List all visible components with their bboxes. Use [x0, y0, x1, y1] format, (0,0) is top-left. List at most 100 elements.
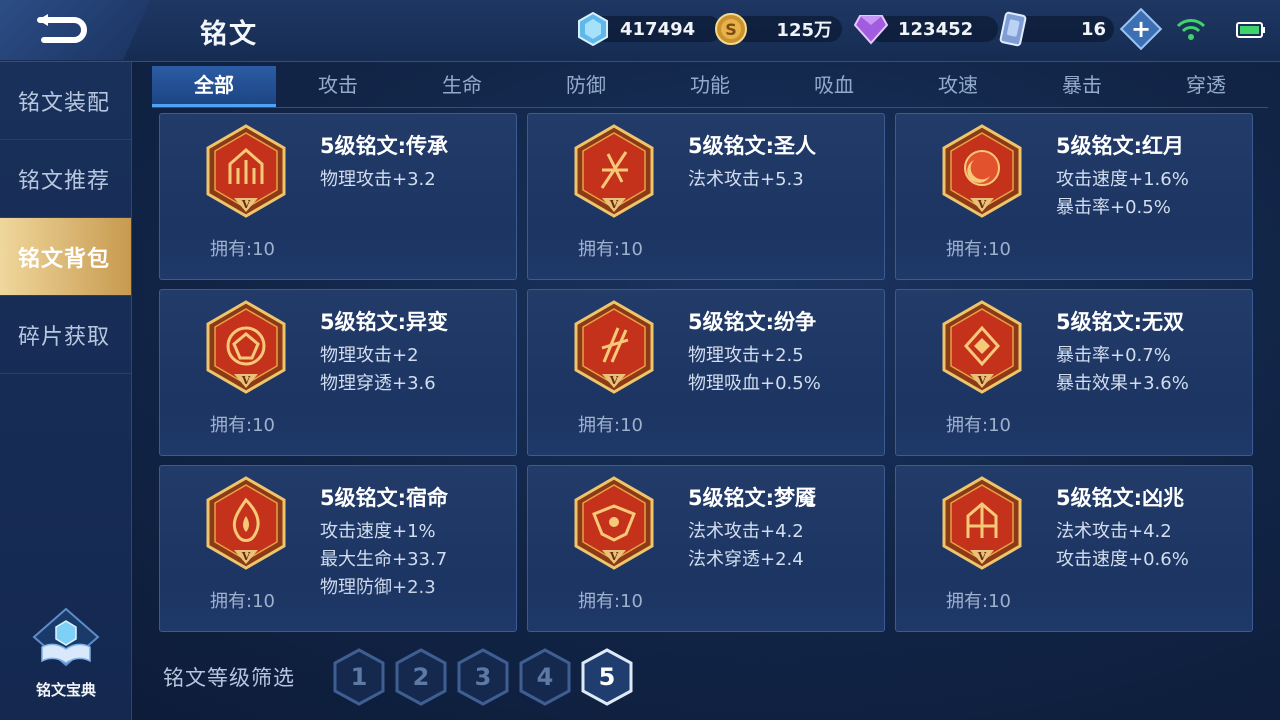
battery-icon: [1236, 22, 1265, 38]
tab-defense[interactable]: 防御: [524, 66, 648, 107]
ticket-resource: 16 +: [996, 7, 1163, 51]
wifi-icon: [1176, 19, 1206, 40]
gem-count: 123452: [898, 18, 974, 40]
back-button[interactable]: [0, 0, 150, 60]
inscription-stat: 物理攻击+2.5: [688, 345, 804, 366]
sidebar-item-backpack[interactable]: 铭文背包: [0, 218, 131, 296]
inscription-name: 5级铭文:无双: [1056, 310, 1185, 334]
owned-count: 拥有:10: [210, 591, 275, 612]
owned-count: 拥有:10: [210, 239, 275, 260]
tab-attack-speed[interactable]: 攻速: [896, 66, 1020, 107]
inscription-card[interactable]: V 5级铭文:无双 暴击率+0.7% 暴击效果+3.6% 拥有:10: [895, 289, 1253, 456]
tab-all[interactable]: 全部: [152, 66, 276, 107]
sidebar-item-recommend[interactable]: 铭文推荐: [0, 140, 131, 218]
inscription-stat: 法术攻击+4.2: [688, 521, 804, 542]
inscription-name: 5级铭文:圣人: [688, 134, 817, 158]
svg-text:V: V: [977, 550, 987, 563]
svg-text:V: V: [609, 198, 619, 211]
owned-count: 拥有:10: [578, 415, 643, 436]
tab-lifesteal[interactable]: 吸血: [772, 66, 896, 107]
inscription-name: 5级铭文:红月: [1056, 134, 1185, 158]
tab-utility[interactable]: 功能: [648, 66, 772, 107]
inscription-name: 5级铭文:异变: [320, 310, 449, 334]
owned-count: 拥有:10: [578, 591, 643, 612]
category-tabs: 全部 攻击 生命 防御 功能 吸血 攻速 暴击 穿透: [152, 66, 1268, 108]
inscription-card[interactable]: V 5级铭文:圣人 法术攻击+5.3 拥有:10: [527, 113, 885, 280]
inscription-stat: 物理防御+2.3: [320, 577, 436, 598]
level-number: 2: [412, 663, 430, 691]
sidebar: 铭文装配 铭文推荐 铭文背包 碎片获取 铭文宝典: [0, 62, 132, 720]
level-number: 1: [350, 663, 368, 691]
inscription-stat: 物理攻击+3.2: [320, 169, 436, 190]
book-icon: [32, 607, 100, 667]
inscription-card[interactable]: V 5级铭文:凶兆 法术攻击+4.2 攻击速度+0.6% 拥有:10: [895, 465, 1253, 632]
inscription-stat: 攻击速度+1.6%: [1056, 169, 1189, 190]
inscription-card[interactable]: V 5级铭文:传承 物理攻击+3.2 拥有:10: [159, 113, 517, 280]
tab-attack[interactable]: 攻击: [276, 66, 400, 107]
level-number: 4: [536, 663, 554, 691]
purple-gem-icon: [854, 12, 888, 46]
inscription-name: 5级铭文:纷争: [688, 310, 817, 334]
diamond-count: 417494: [620, 18, 696, 40]
inscription-stat: 最大生命+33.7: [320, 549, 448, 570]
level-5-button[interactable]: 5: [580, 648, 634, 706]
inscription-stat: 法术穿透+2.4: [688, 549, 804, 570]
inscription-stat: 法术攻击+5.3: [688, 169, 804, 190]
inscription-card[interactable]: V 5级铭文:异变 物理攻击+2 物理穿透+3.6 拥有:10: [159, 289, 517, 456]
inscription-name: 5级铭文:传承: [320, 134, 449, 158]
owned-count: 拥有:10: [578, 239, 643, 260]
codex-button[interactable]: 铭文宝典: [28, 607, 104, 700]
back-arrow-icon: [37, 14, 87, 43]
inscription-stat: 法术攻击+4.2: [1056, 521, 1172, 542]
inscription-card[interactable]: V 5级铭文:纷争 物理攻击+2.5 物理吸血+0.5% 拥有:10: [527, 289, 885, 456]
inscription-gem-icon: V: [574, 124, 654, 218]
inscription-gem-icon: V: [574, 476, 654, 570]
owned-count: 拥有:10: [946, 239, 1011, 260]
inscription-name: 5级铭文:梦魇: [688, 486, 817, 510]
tab-penetration[interactable]: 穿透: [1144, 66, 1268, 107]
plus-icon: +: [1130, 14, 1152, 43]
ticket-count: 16: [1080, 18, 1106, 40]
inscription-gem-icon: V: [942, 476, 1022, 570]
svg-text:V: V: [241, 550, 251, 563]
inscription-stat: 物理攻击+2: [320, 345, 419, 366]
inscription-gem-icon: V: [574, 300, 654, 394]
svg-text:V: V: [609, 550, 619, 563]
level-2-button[interactable]: 2: [394, 648, 448, 706]
inscription-gem-icon: V: [206, 476, 286, 570]
inscription-stat: 攻击速度+0.6%: [1056, 549, 1189, 570]
svg-text:V: V: [977, 198, 987, 211]
level-number: 3: [474, 663, 492, 691]
owned-count: 拥有:10: [210, 415, 275, 436]
inscription-gem-icon: V: [206, 124, 286, 218]
level-4-button[interactable]: 4: [518, 648, 572, 706]
inscription-card[interactable]: V 5级铭文:红月 攻击速度+1.6% 暴击率+0.5% 拥有:10: [895, 113, 1253, 280]
svg-text:V: V: [977, 374, 987, 387]
inscription-stat: 暴击率+0.7%: [1056, 345, 1171, 366]
level-3-button[interactable]: 3: [456, 648, 510, 706]
gold-coin-icon: S: [714, 12, 748, 46]
inscription-stat: 暴击效果+3.6%: [1056, 373, 1189, 394]
level-filter-label: 铭文等级筛选: [163, 666, 295, 690]
inscription-gem-icon: V: [942, 124, 1022, 218]
top-bar: 铭文 417494 S 125万 123452 16 +: [0, 0, 1280, 62]
owned-count: 拥有:10: [946, 415, 1011, 436]
inscription-card[interactable]: V 5级铭文:梦魇 法术攻击+4.2 法术穿透+2.4 拥有:10: [527, 465, 885, 632]
card-ticket-icon: [996, 11, 1030, 47]
svg-text:S: S: [725, 20, 737, 39]
add-ticket-button[interactable]: +: [1119, 7, 1163, 51]
inscription-stat: 攻击速度+1%: [320, 521, 436, 542]
tab-crit[interactable]: 暴击: [1020, 66, 1144, 107]
sidebar-item-equip[interactable]: 铭文装配: [0, 62, 131, 140]
inscription-stat: 物理吸血+0.5%: [688, 373, 821, 394]
sidebar-item-fragments[interactable]: 碎片获取: [0, 296, 131, 374]
level-1-button[interactable]: 1: [332, 648, 386, 706]
inscription-gem-icon: V: [942, 300, 1022, 394]
gold-resource: S 125万: [714, 12, 842, 46]
level-number: 5: [598, 663, 616, 691]
level-filter: 1 2 3 4 5: [332, 648, 634, 706]
tab-health[interactable]: 生命: [400, 66, 524, 107]
inscription-card[interactable]: V 5级铭文:宿命 攻击速度+1% 最大生命+33.7 物理防御+2.3 拥有:…: [159, 465, 517, 632]
inscription-grid: V 5级铭文:传承 物理攻击+3.2 拥有:10 V 5级铭文:圣人 法术攻击+…: [159, 113, 1255, 633]
svg-text:V: V: [241, 198, 251, 211]
